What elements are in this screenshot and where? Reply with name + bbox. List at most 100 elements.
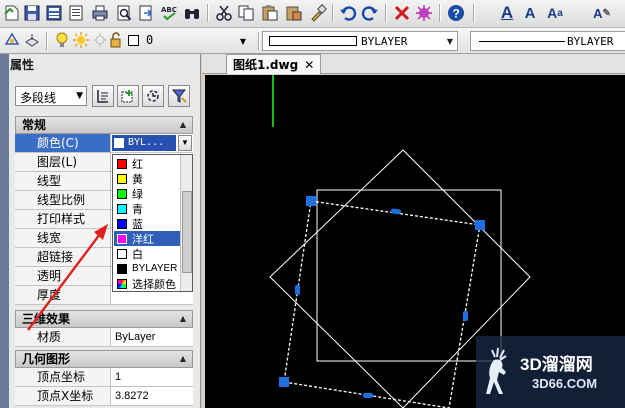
standard-toolbar: ABC ? A A Aa A ✎ (0, 0, 625, 28)
save-as-icon[interactable] (44, 3, 64, 23)
property-value-color[interactable]: BYL... ▼ (111, 134, 193, 152)
property-key: 线型 (15, 172, 111, 190)
vertex-grip[interactable] (475, 220, 485, 230)
publish-icon[interactable] (136, 3, 156, 23)
cut-icon[interactable] (214, 3, 234, 23)
tab-label: 图纸1.dwg (233, 57, 299, 72)
toolbar-separator (385, 4, 386, 22)
save-icon[interactable] (22, 3, 42, 23)
category-label: 几何图形 (22, 352, 71, 366)
color-option-red[interactable]: 红 (114, 156, 180, 171)
chevron-down-icon[interactable]: ▼ (178, 135, 192, 151)
color-option-white[interactable]: 白 (114, 246, 180, 261)
erase-icon[interactable] (392, 3, 412, 23)
undo-icon[interactable] (338, 3, 358, 23)
tab-drawing1[interactable]: 图纸1.dwg ✕ (226, 54, 322, 74)
property-key: 材质 (15, 328, 111, 346)
category-label: 三维效果 (22, 312, 71, 326)
new-file-icon[interactable] (2, 3, 22, 23)
property-key: 线型比例 (15, 191, 111, 209)
property-key: 顶点坐标 (15, 368, 111, 386)
close-icon[interactable]: ✕ (304, 56, 314, 74)
text-edit-icon[interactable]: A ✎ (590, 3, 614, 23)
layer-state-icon[interactable] (24, 32, 40, 48)
copy-icon[interactable] (236, 3, 256, 23)
paste-icon[interactable] (260, 3, 280, 23)
filter-icon (171, 89, 187, 103)
vertex-grip[interactable] (279, 377, 289, 387)
property-row-vertex-x[interactable]: 顶点X坐标 3.8272 (15, 387, 193, 406)
color-option-cyan[interactable]: 青 (114, 201, 180, 216)
chevron-down-icon[interactable]: ▼ (443, 32, 457, 50)
category-header-geometry[interactable]: 几何图形 ▲ (15, 350, 193, 368)
color-option-label: 黄 (132, 172, 143, 186)
property-value[interactable]: 1 (111, 368, 193, 386)
midpoint-grip[interactable] (295, 285, 300, 295)
layer-dropdown-arrow[interactable]: ▼ (236, 32, 250, 50)
color-option-yellow[interactable]: 黄 (114, 171, 180, 186)
midpoint-grip[interactable] (463, 311, 468, 321)
color-option-blue[interactable]: 蓝 (114, 216, 180, 231)
panel-dock-handle[interactable] (0, 54, 9, 408)
toolbar-separator (258, 32, 259, 50)
color-control-combo[interactable]: BYLAYER ▼ (262, 31, 458, 51)
color-swatch (117, 173, 127, 184)
layer-thaw-sun-icon[interactable] (73, 32, 89, 48)
property-value[interactable]: 3.8272 (111, 387, 193, 405)
help-icon[interactable]: ? (446, 3, 466, 23)
plot-icon[interactable] (66, 3, 86, 23)
collapse-icon[interactable]: ▲ (180, 117, 186, 133)
find-icon[interactable] (182, 3, 202, 23)
vertex-grip[interactable] (306, 196, 316, 206)
toggle-pickadd-button[interactable] (92, 85, 114, 107)
color-control-value: BYLAYER (361, 35, 408, 48)
text-a-icon[interactable]: A (522, 3, 538, 23)
scrollbar-thumb[interactable] (182, 191, 192, 273)
text-style-a-icon[interactable]: A (498, 3, 516, 23)
object-type-select[interactable]: 多段线 ▼ (15, 86, 87, 106)
layer-unlock-icon[interactable] (108, 32, 124, 48)
midpoint-grip[interactable] (390, 208, 402, 215)
text-font-icon[interactable]: Aa (546, 3, 564, 23)
color-option-select-color[interactable]: 选择颜色 (114, 276, 180, 291)
linetype-control-combo[interactable]: BYLAYER (470, 31, 625, 51)
color-option-label: 青 (132, 202, 143, 216)
redo-icon[interactable] (360, 3, 380, 23)
property-key: 顶点X坐标 (15, 387, 111, 405)
property-row-material[interactable]: 材质 ByLayer (15, 328, 193, 347)
dropdown-scrollbar[interactable] (180, 155, 192, 291)
midpoint-grip[interactable] (363, 393, 373, 398)
layer-manager-icon[interactable] (4, 32, 20, 48)
explode-icon[interactable] (414, 3, 434, 23)
print-icon[interactable] (90, 3, 110, 23)
property-value[interactable]: ByLayer (111, 328, 193, 346)
category-header-3d[interactable]: 三维效果 ▲ (15, 310, 193, 328)
quick-select-icon (147, 90, 159, 102)
quick-select-button[interactable] (142, 85, 164, 107)
color-value-field[interactable]: BYL... (112, 135, 176, 151)
property-row-color[interactable]: 颜色(C) BYL... ▼ (15, 134, 193, 153)
print-preview-icon[interactable] (114, 3, 134, 23)
spell-check-icon[interactable]: ABC (160, 3, 180, 23)
layer-on-bulb-icon[interactable] (54, 32, 70, 48)
color-option-magenta[interactable]: 洋红 (114, 231, 180, 246)
watermark-url: 3D66.COM (532, 376, 598, 391)
collapse-icon[interactable]: ▲ (180, 311, 186, 327)
toolbar-separator (473, 4, 474, 22)
filter-button[interactable] (168, 85, 190, 107)
layer-viewport-icon[interactable] (92, 32, 108, 48)
match-properties-icon[interactable] (308, 3, 328, 23)
color-option-bylayer[interactable]: BYLAYER (114, 261, 180, 276)
paste-block-icon[interactable] (284, 3, 304, 23)
selected-polyline[interactable] (283, 200, 481, 408)
select-objects-button[interactable] (117, 85, 139, 107)
color-swatch (114, 138, 124, 148)
color-option-green[interactable]: 绿 (114, 186, 180, 201)
color-option-label: BYLAYER (132, 263, 178, 274)
category-header-general[interactable]: 常规 ▲ (15, 116, 193, 134)
color-option-label: 蓝 (132, 217, 143, 231)
panel-title: 属性 (10, 58, 35, 72)
property-row-vertex[interactable]: 顶点坐标 1 (15, 368, 193, 387)
collapse-icon[interactable]: ▲ (180, 351, 186, 367)
color-option-label: 白 (132, 247, 143, 261)
